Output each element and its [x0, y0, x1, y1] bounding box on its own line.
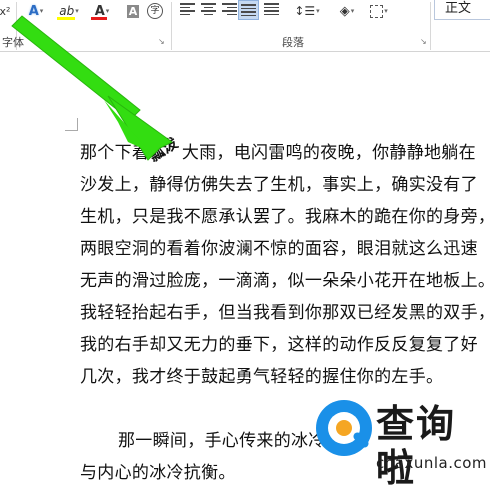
watermark: 查询啦 chaxunla.com	[316, 398, 487, 490]
watermark-url: chaxunla.com	[376, 454, 487, 472]
watermark-title: 查询啦	[376, 402, 457, 490]
magnifier-logo-icon	[316, 400, 372, 456]
arrow-head	[107, 95, 173, 161]
arrow-shaft	[11, 15, 141, 121]
